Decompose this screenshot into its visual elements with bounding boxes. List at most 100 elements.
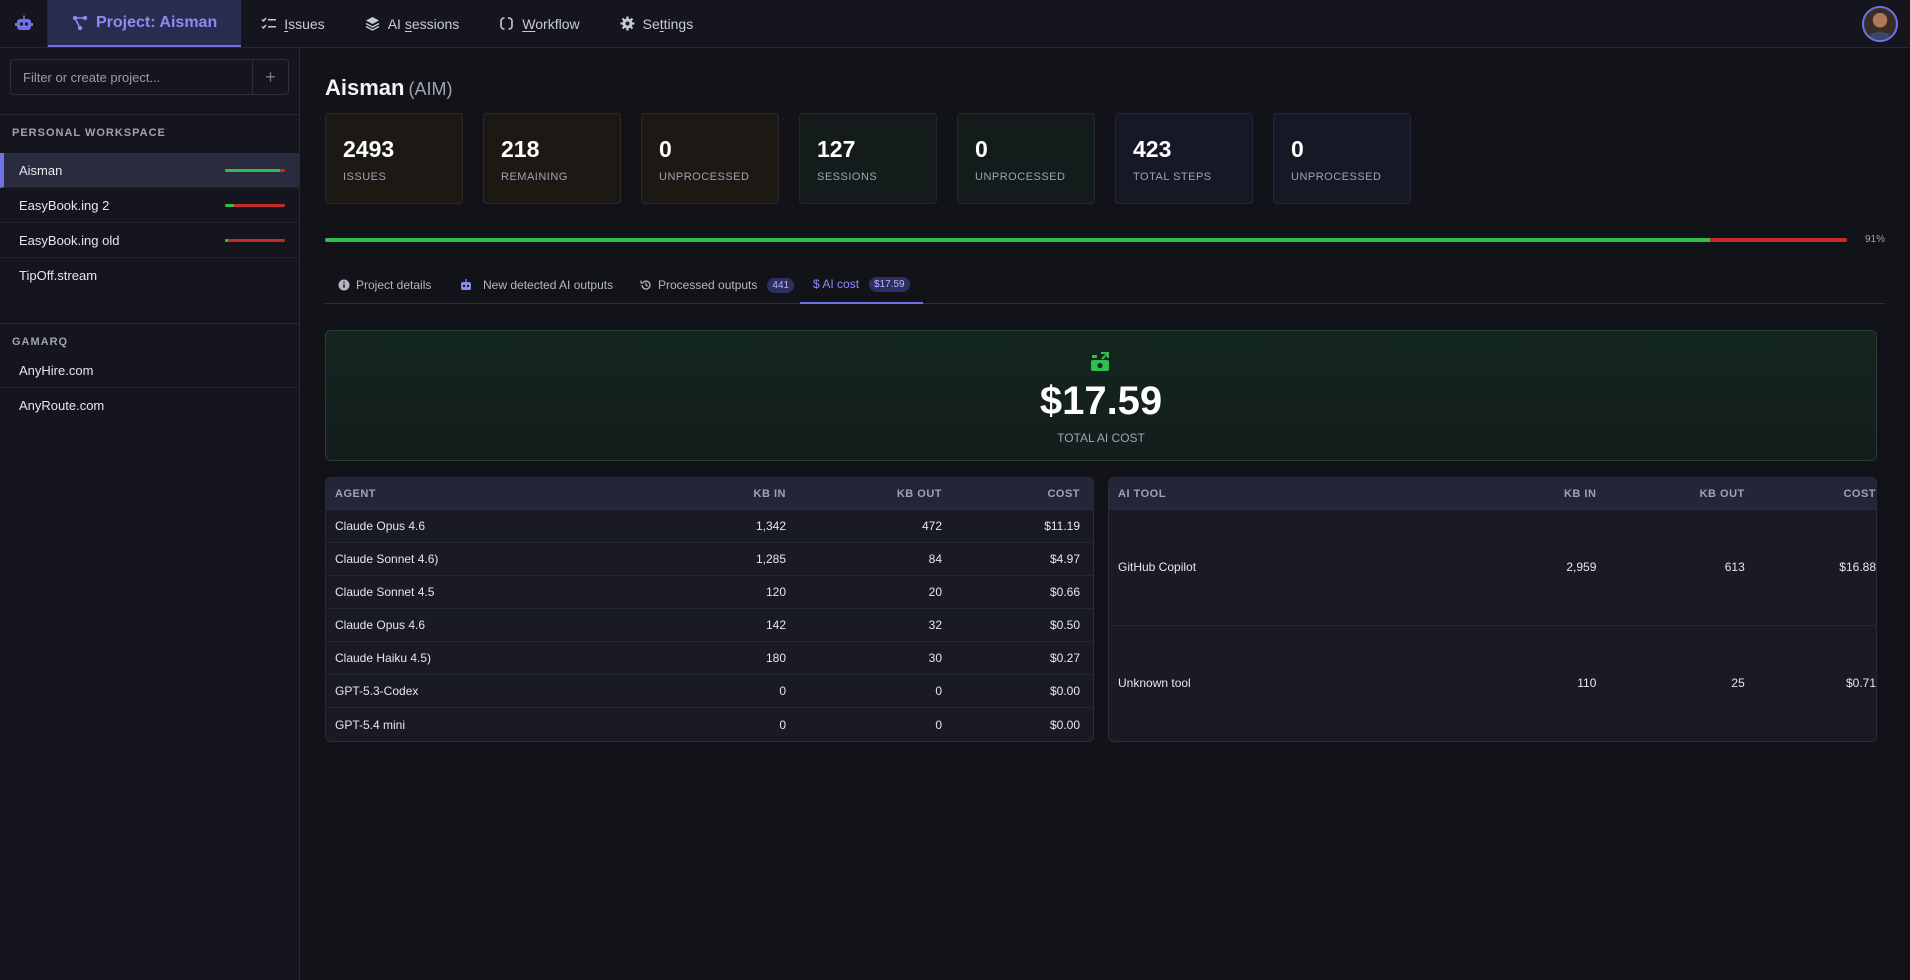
robot-logo-icon: [14, 15, 33, 30]
project-progress-bar: [225, 204, 285, 207]
tab-project-details[interactable]: Project details: [325, 266, 444, 304]
tab-processed-outputs[interactable]: Processed outputs 441: [627, 266, 807, 304]
project-progress-bar: [225, 169, 285, 172]
table-row[interactable]: GPT-5.4 mini 0 0 $0.00: [326, 708, 1093, 741]
table-cell: $0.71: [1845, 676, 1876, 691]
project-progress-bar: [325, 238, 1847, 242]
tab-new-ai-outputs[interactable]: New detected AI outputs: [446, 266, 626, 304]
table-cell: Claude Sonnet 4.5: [335, 585, 435, 599]
table-cell: $11.19: [1044, 519, 1080, 533]
nav-project[interactable]: Project: Aisman: [48, 0, 242, 47]
nav-workflow-label: Workflow: [522, 15, 580, 32]
stat-remaining[interactable]: 218 REMAINING: [483, 113, 621, 204]
project-filter: +: [10, 59, 289, 95]
nav-settings-label: Settings: [642, 15, 694, 32]
table-cell: 32: [928, 618, 942, 632]
project-progress-bar: [225, 239, 285, 242]
stat-unprocessed-sessions[interactable]: 0 UNPROCESSED: [957, 113, 1095, 204]
table-header: AI TOOL KB IN KB OUT COST: [1109, 478, 1876, 510]
table-cell: $0.00: [1049, 717, 1080, 732]
sidebar-item-label: TipOff.stream: [19, 268, 98, 283]
tools-cost-table: AI TOOL KB IN KB OUT COST GitHub Copilot…: [1108, 477, 1877, 742]
table-row[interactable]: Claude Opus 4.6 142 32 $0.50: [326, 609, 1093, 642]
processed-count-badge: 441: [767, 277, 795, 293]
sidebar-item-anyhire[interactable]: AnyHire.com: [0, 353, 299, 388]
table-cell: 1,342: [755, 519, 786, 533]
table-cell: Claude Sonnet 4.6): [335, 552, 439, 566]
tab-bar: Project details New detected AI outputs …: [325, 266, 1885, 304]
stat-total-steps[interactable]: 423 TOTAL STEPS: [1115, 113, 1253, 204]
table-row[interactable]: GitHub Copilot 2,959 613 $16.88: [1109, 510, 1876, 626]
table-cell: 472: [921, 519, 942, 533]
table-cell: $0.00: [1049, 684, 1080, 698]
app-logo[interactable]: [0, 0, 48, 48]
stat-unprocessed-issues[interactable]: 0 UNPROCESSED: [641, 113, 779, 204]
section-title-personal: PERSONAL WORKSPACE: [12, 127, 166, 139]
table-row[interactable]: Claude Sonnet 4.5 120 20 $0.66: [326, 576, 1093, 609]
tab-ai-cost[interactable]: $ AI cost $17.59: [800, 266, 923, 304]
progress-percent: 91%: [1865, 234, 1886, 245]
sidebar-item-easybooking-old[interactable]: EasyBook.ing old: [0, 223, 299, 258]
nav-workflow[interactable]: Workflow: [479, 0, 599, 47]
nav-ai-sessions[interactable]: AI sessions: [345, 0, 480, 47]
table-row[interactable]: Claude Sonnet 4.6) 1,285 84 $4.97: [326, 543, 1093, 576]
table-cell: 30: [928, 651, 942, 665]
table-cell: 120: [765, 585, 786, 599]
table-cell: GPT-5.4 mini: [335, 717, 406, 732]
nav-ai-sessions-label: AI sessions: [387, 15, 460, 32]
table-cell: 0: [779, 684, 786, 698]
stat-unprocessed-steps[interactable]: 0 UNPROCESSED: [1273, 113, 1411, 204]
nav-settings[interactable]: Settings: [600, 0, 714, 47]
table-cell: 0: [935, 684, 942, 698]
nav-issues[interactable]: Issues: [241, 0, 344, 47]
section-title-gamarq: GAMARQ: [12, 336, 69, 348]
stat-issues[interactable]: 2493 ISSUES: [325, 113, 463, 204]
table-header: AGENT KB IN KB OUT COST: [326, 478, 1093, 510]
history-icon: [640, 280, 651, 290]
sidebar-item-aisman[interactable]: Aisman: [0, 153, 299, 188]
sidebar-item-tipoff[interactable]: TipOff.stream: [0, 258, 299, 293]
table-row[interactable]: Claude Haiku 4.5) 180 30 $0.27: [326, 642, 1093, 675]
top-navbar: Project: Aisman Issues AI sessions Workf…: [0, 0, 1910, 48]
robot-icon: [461, 279, 471, 290]
table-row[interactable]: GPT-5.3-Codex 0 0 $0.00: [326, 675, 1093, 708]
table-cell: Claude Haiku 4.5): [335, 651, 432, 665]
table-cell: GitHub Copilot: [1118, 560, 1197, 575]
table-cell: 25: [1731, 676, 1745, 691]
info-icon: [338, 279, 350, 291]
agents-cost-table: AGENT KB IN KB OUT COST Claude Opus 4.6 1…: [325, 477, 1094, 742]
table-cell: 84: [928, 552, 942, 566]
divider: [0, 114, 300, 115]
table-cell: 0: [779, 717, 786, 732]
table-cell: Unknown tool: [1118, 676, 1191, 691]
table-cell: 613: [1724, 560, 1745, 575]
table-cell: 142: [765, 618, 786, 632]
project-nodes-icon: [72, 15, 88, 30]
layers-icon: [365, 17, 380, 31]
table-cell: $0.66: [1049, 585, 1080, 599]
gear-icon: [620, 16, 635, 31]
table-row[interactable]: Unknown tool 110 25 $0.71: [1109, 626, 1876, 742]
sidebar-item-anyroute[interactable]: AnyRoute.com: [0, 388, 299, 423]
checklist-icon: [261, 17, 277, 29]
table-row[interactable]: Claude Opus 4.6 1,342 472 $11.19: [326, 510, 1093, 543]
sidebar-item-label: AnyRoute.com: [19, 398, 105, 413]
total-cost-card: $17.59 TOTAL AI COST: [325, 330, 1877, 461]
project-code: (AIM): [408, 79, 453, 99]
table-cell: 1,285: [755, 552, 786, 566]
table-cell: $0.27: [1049, 651, 1080, 665]
page-title: Aisman (AIM): [325, 75, 453, 100]
sidebar: + PERSONAL WORKSPACE Aisman EasyBook.ing…: [0, 48, 300, 980]
table-cell: $16.88: [1839, 560, 1876, 575]
user-avatar[interactable]: [1862, 6, 1898, 42]
project-filter-input[interactable]: [11, 60, 252, 94]
table-cell: $0.50: [1049, 618, 1080, 632]
table-cell: GPT-5.3-Codex: [335, 684, 419, 698]
sidebar-item-easybooking-2[interactable]: EasyBook.ing 2: [0, 188, 299, 223]
total-cost-value: $17.59: [1039, 379, 1163, 423]
nav-project-label: Project: Aisman: [96, 13, 218, 31]
table-cell: 2,959: [1566, 560, 1597, 575]
money-icon: [1091, 352, 1109, 371]
add-project-button[interactable]: +: [252, 60, 288, 94]
stat-sessions[interactable]: 127 SESSIONS: [799, 113, 937, 204]
